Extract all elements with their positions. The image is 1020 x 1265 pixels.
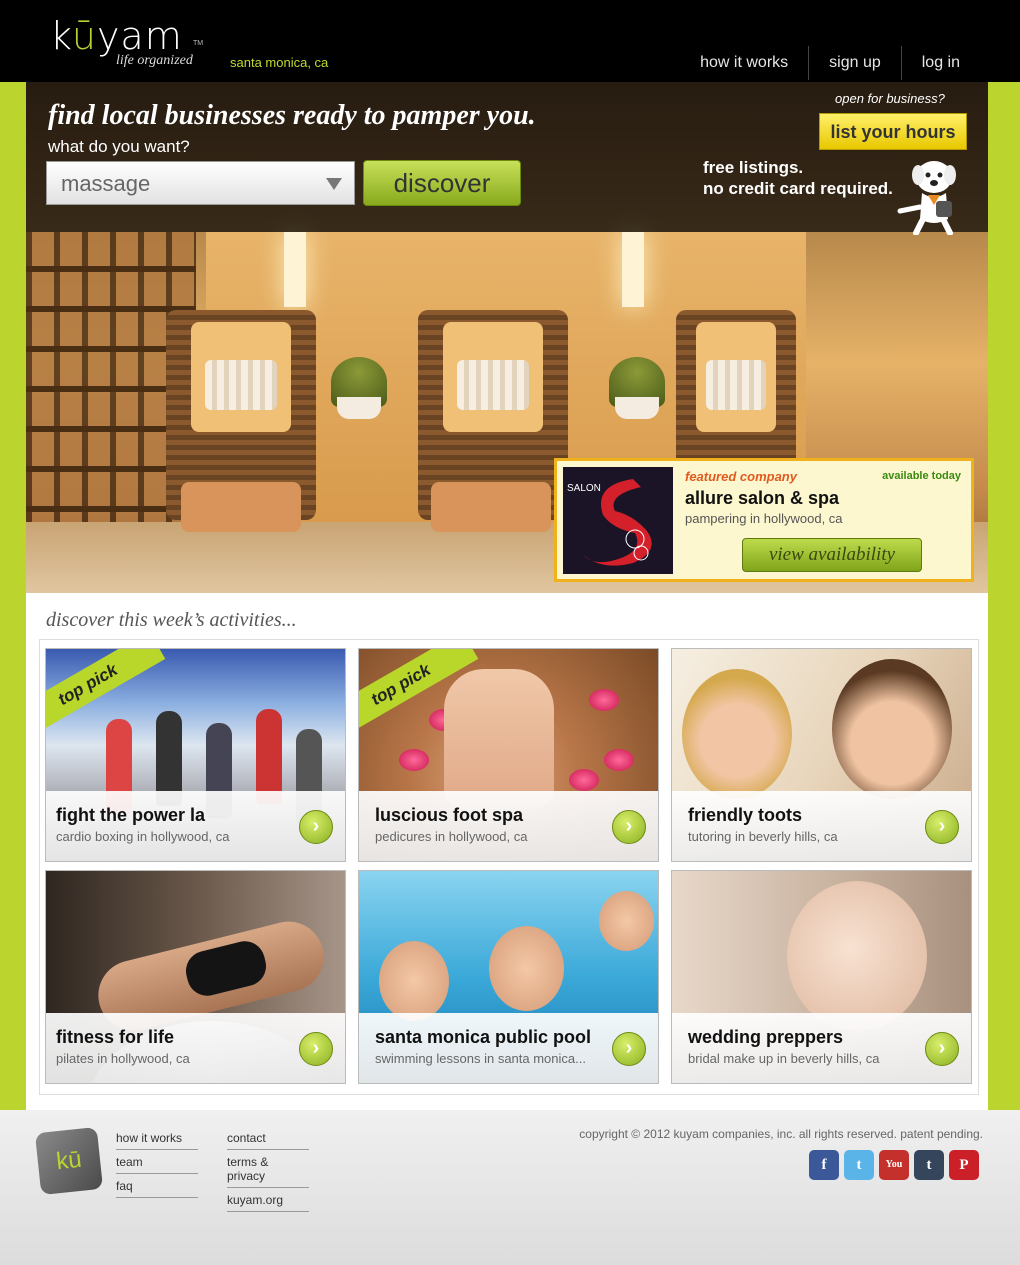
svg-text:SALON: SALON [567, 483, 601, 494]
copyright-text: copyright © 2012 kuyam companies, inc. a… [579, 1127, 983, 1141]
activity-subtitle: pedicures in hollywood, ca [375, 829, 528, 844]
nav-log-in[interactable]: log in [900, 46, 980, 80]
social-links: f t You t P [809, 1150, 979, 1180]
footer-links-col2: contact terms & privacy kuyam.org [227, 1129, 309, 1215]
footer-link-contact[interactable]: contact [227, 1129, 309, 1150]
footer-link-faq[interactable]: faq [116, 1177, 198, 1198]
pinterest-icon[interactable]: P [949, 1150, 979, 1180]
activity-title[interactable]: santa monica public pool [375, 1027, 591, 1048]
featured-company-logo: SALON [563, 467, 673, 574]
featured-company-card[interactable]: SALON featured company available today a… [554, 458, 974, 582]
arrow-right-icon[interactable]: › [925, 810, 959, 844]
logo[interactable]: kūyam [50, 14, 183, 58]
activity-title[interactable]: fight the power la [56, 805, 205, 826]
activity-select-value: massage [61, 171, 151, 196]
twitter-icon[interactable]: t [844, 1150, 874, 1180]
activities-panel: discover this week’s activities... top p… [26, 593, 988, 1110]
arrow-right-icon[interactable]: › [299, 1032, 333, 1066]
arrow-right-icon[interactable]: › [612, 810, 646, 844]
logo-text: kūyam [50, 14, 183, 58]
mascot-dog-icon [897, 161, 956, 235]
footer-logo[interactable]: kū [34, 1126, 104, 1196]
activity-card[interactable]: fitness for life pilates in hollywood, c… [45, 870, 346, 1084]
activity-subtitle: swimming lessons in santa monica... [375, 1051, 586, 1066]
featured-company-name[interactable]: allure salon & spa [685, 488, 839, 509]
footer-links-col1: how it works team faq [116, 1129, 198, 1201]
search-label: what do you want? [48, 137, 190, 156]
activity-subtitle: tutoring in beverly hills, ca [688, 829, 838, 844]
dropdown-arrow-icon [326, 178, 342, 190]
arrow-right-icon[interactable]: › [925, 1032, 959, 1066]
activity-card[interactable]: wedding preppers bridal make up in bever… [671, 870, 972, 1084]
activity-card[interactable]: friendly toots tutoring in beverly hills… [671, 648, 972, 862]
site-footer: kū how it works team faq contact terms &… [0, 1110, 1020, 1265]
nav-how-it-works[interactable]: how it works [680, 46, 808, 80]
activity-card[interactable]: santa monica public pool swimming lesson… [358, 870, 659, 1084]
featured-company-description: pampering in hollywood, ca [685, 511, 843, 526]
footer-link-kuyam-org[interactable]: kuyam.org [227, 1191, 309, 1212]
salon-logo-icon: SALON [567, 479, 652, 566]
nav-sign-up[interactable]: sign up [808, 46, 901, 80]
activity-select[interactable]: massage [46, 161, 355, 205]
activity-subtitle: cardio boxing in hollywood, ca [56, 829, 230, 844]
facebook-icon[interactable]: f [809, 1150, 839, 1180]
youtube-icon[interactable]: You [879, 1150, 909, 1180]
discover-button[interactable]: discover [363, 160, 521, 206]
open-for-business-text: open for business? [835, 91, 945, 106]
footer-link-terms-privacy[interactable]: terms & privacy [227, 1153, 309, 1188]
activity-title[interactable]: luscious foot spa [375, 805, 523, 826]
location-link[interactable]: santa monica, ca [230, 55, 328, 70]
list-your-hours-button[interactable]: list your hours [819, 113, 967, 150]
footer-link-team[interactable]: team [116, 1153, 198, 1174]
view-availability-button[interactable]: view availability [742, 538, 922, 572]
activity-title[interactable]: friendly toots [688, 805, 802, 826]
site-header: kūyam TM life organized santa monica, ca… [0, 0, 1020, 82]
activity-card[interactable]: top pick luscious foot spa pedicures in … [358, 648, 659, 862]
search-headline: find local businesses ready to pamper yo… [48, 100, 536, 131]
free-listings-text: free listings. no credit card required. [703, 158, 893, 198]
activity-title[interactable]: wedding preppers [688, 1027, 843, 1048]
activities-heading: discover this week’s activities... [46, 609, 297, 631]
tumblr-icon[interactable]: t [914, 1150, 944, 1180]
footer-link-how-it-works[interactable]: how it works [116, 1129, 198, 1150]
search-panel: find local businesses ready to pamper yo… [26, 82, 988, 235]
activity-title[interactable]: fitness for life [56, 1027, 174, 1048]
activity-card[interactable]: top pick fight the power la cardio boxin… [45, 648, 346, 862]
activity-subtitle: bridal make up in beverly hills, ca [688, 1051, 880, 1066]
arrow-right-icon[interactable]: › [299, 810, 333, 844]
availability-badge: available today [882, 470, 961, 482]
tagline: life organized [116, 53, 193, 68]
activity-subtitle: pilates in hollywood, ca [56, 1051, 190, 1066]
featured-kicker: featured company [685, 469, 797, 484]
logo-trademark: TM [193, 40, 204, 47]
arrow-right-icon[interactable]: › [612, 1032, 646, 1066]
top-nav: how it works sign up log in [680, 46, 980, 80]
